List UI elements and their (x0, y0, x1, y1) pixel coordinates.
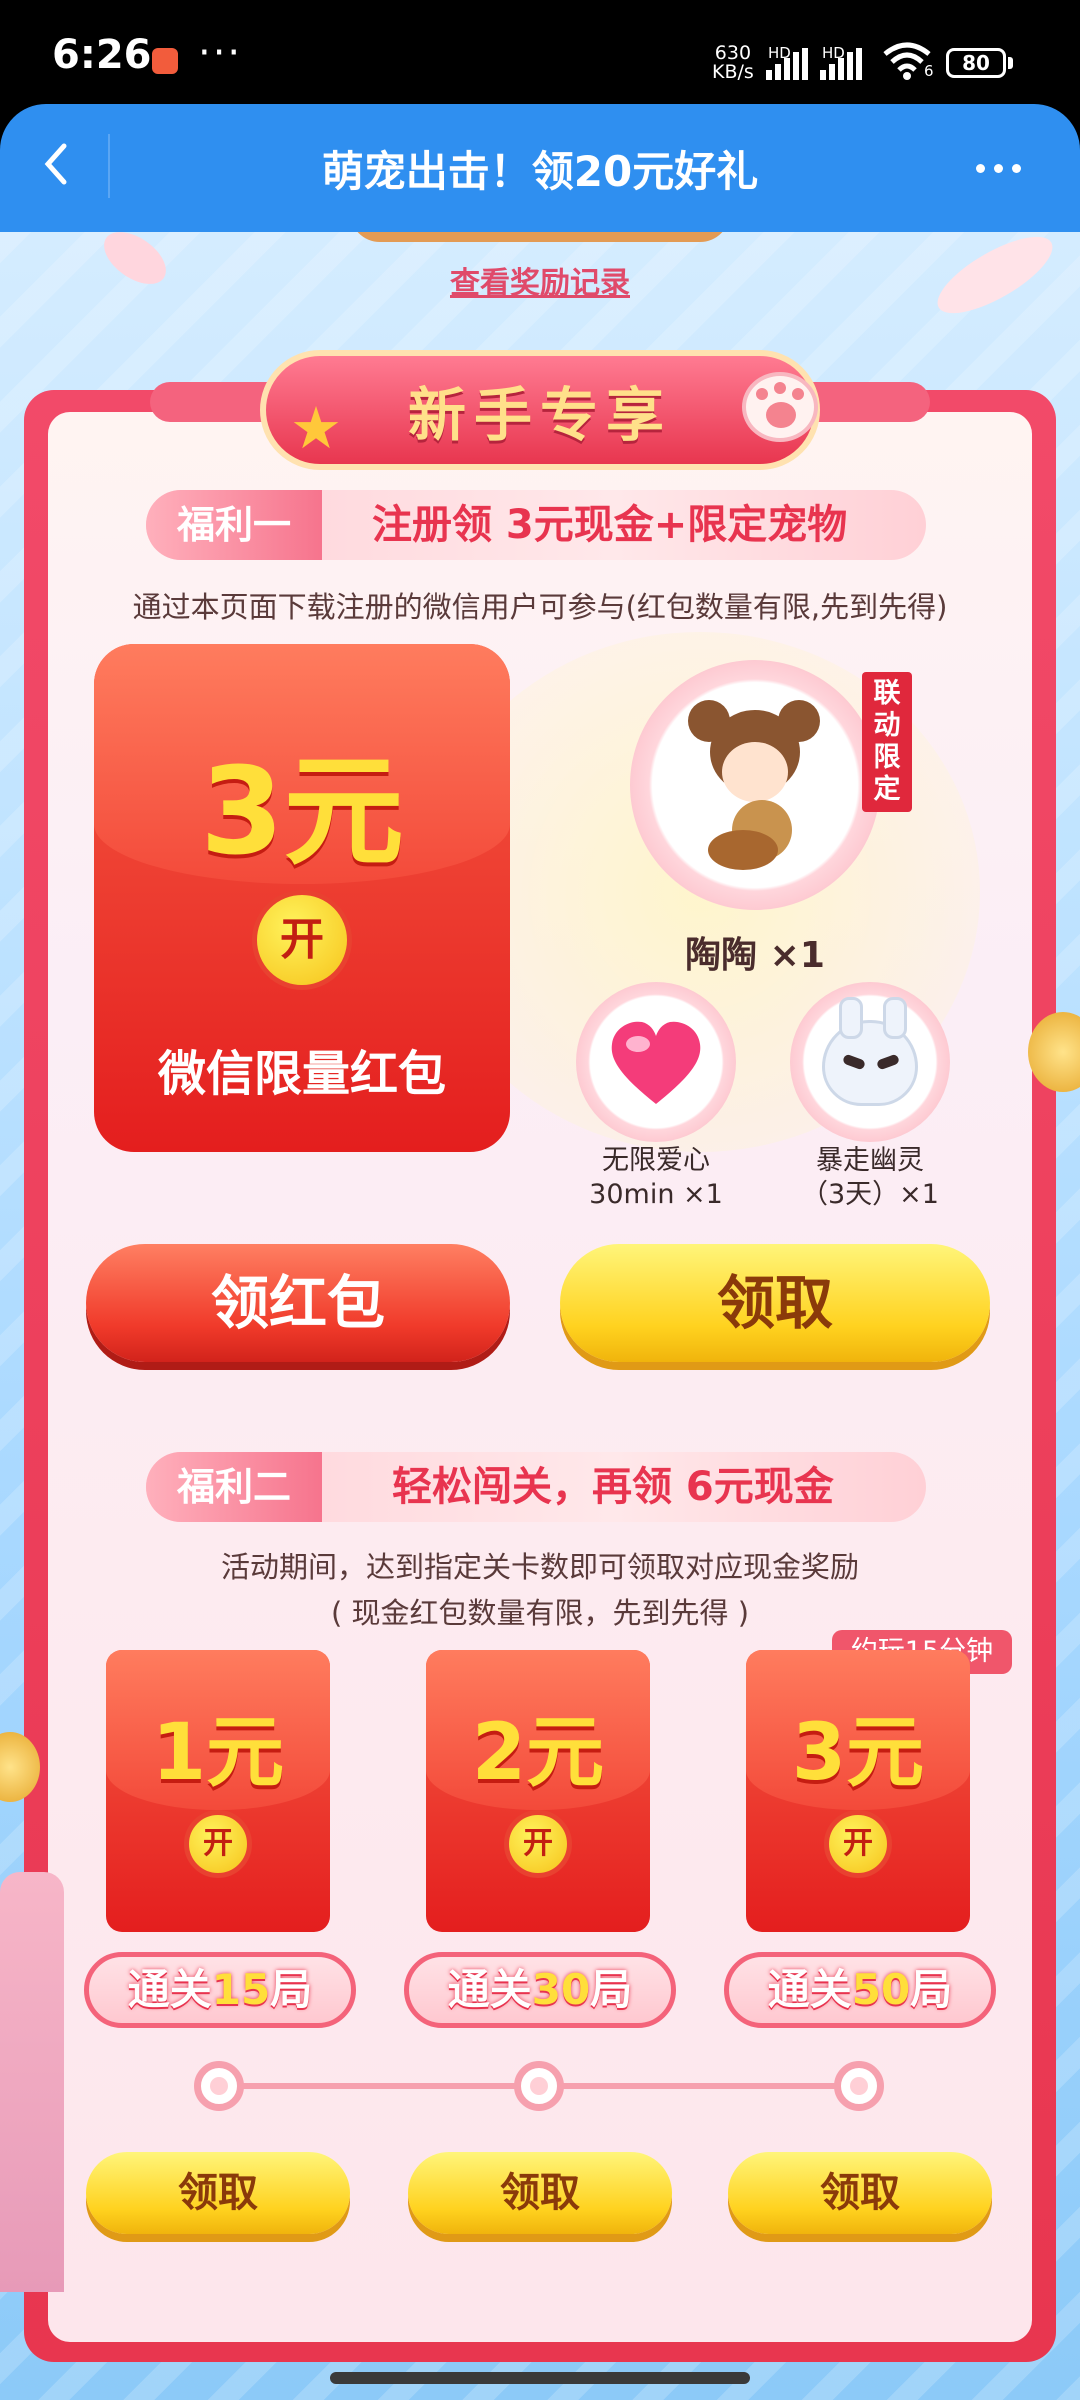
packet-amount: 3元 (200, 743, 404, 882)
paw-icon (742, 372, 818, 442)
pet-name: 陶陶 ×1 (685, 935, 825, 976)
packet-amount: 1元 (151, 1708, 285, 1798)
welfare1-note: 通过本页面下载注册的微信用户可参与(红包数量有限,先到先得) (132, 590, 948, 624)
welfare2-title: 轻松闯关，再领 6元现金 (392, 1464, 834, 1510)
wifi-sub: 6 (924, 62, 934, 80)
castle-decoration (0, 1872, 64, 2292)
battery-tip (1008, 57, 1013, 69)
more-menu-icon[interactable] (976, 164, 1026, 176)
item-ghost-label: 暴走幽灵 （3天）×1 (801, 1145, 939, 1210)
level-label-50: 通关50局 (724, 1952, 996, 2028)
progress-node-3 (834, 2061, 884, 2111)
ghost-icon (822, 997, 918, 1106)
packet-1yuan[interactable]: 1元 开 (106, 1650, 330, 1932)
item-heart-frame (576, 982, 736, 1142)
star-icon: ★ (290, 394, 342, 462)
nav-header: 萌宠出击！领20元好礼 (0, 104, 1080, 232)
item-heart-label: 无限爱心 30min ×1 (589, 1145, 723, 1210)
page-title: 萌宠出击！领20元好礼 (321, 147, 759, 196)
level-label-30: 通关30局 (404, 1952, 676, 2028)
open-coin[interactable]: 开 (504, 1810, 572, 1878)
welfare2-tag: 福利二 (146, 1452, 322, 1522)
packet-amount: 3元 (791, 1708, 925, 1798)
banner-title: 新手专享 (407, 381, 672, 449)
app-notification-icon (152, 48, 178, 74)
packet-amount: 2元 (471, 1708, 605, 1798)
wechat-red-packet[interactable]: 3元 开 微信限量红包 (94, 644, 510, 1152)
limited-ribbon: 联动限定 (862, 672, 912, 812)
top-band (350, 232, 730, 242)
claim-button-2[interactable]: 领取 (408, 2152, 672, 2234)
pet-avatar (682, 690, 828, 880)
status-time: 6:26 (52, 32, 152, 78)
home-indicator[interactable] (330, 2372, 750, 2384)
pet-avatar-frame (630, 660, 880, 910)
more-notifications-icon: ··· (198, 30, 243, 76)
open-coin[interactable]: 开 (252, 890, 352, 990)
level-label-15: 通关15局 (84, 1952, 356, 2028)
packet-3yuan[interactable]: 3元 开 (746, 1650, 970, 1932)
welfare1-title: 注册领 3元现金+限定宠物 (372, 502, 848, 548)
welfare2-note: 活动期间，达到指定关卡数即可领取对应现金奖励 (220, 1550, 859, 1584)
get-red-packet-button[interactable]: 领红包 (86, 1244, 510, 1362)
progress-node-2 (514, 2061, 564, 2111)
heart-icon (611, 1021, 701, 1104)
progress-node-1 (194, 2061, 244, 2111)
welfare2-note-2: ( 现金红包数量有限，先到先得 ) (330, 1596, 750, 1630)
packet-2yuan[interactable]: 2元 开 (426, 1650, 650, 1932)
packet-label: 微信限量红包 (157, 1046, 446, 1102)
signal-icon-2 (820, 48, 862, 80)
claim-pet-button[interactable]: 领取 (560, 1244, 990, 1362)
claim-button-1[interactable]: 领取 (86, 2152, 350, 2234)
open-coin[interactable]: 开 (184, 1810, 252, 1878)
item-ghost-frame (790, 982, 950, 1142)
network-speed: 630 KB/s (712, 42, 754, 83)
open-coin[interactable]: 开 (824, 1810, 892, 1878)
welfare1-tag: 福利一 (146, 490, 322, 560)
battery-icon: 80 (946, 48, 1006, 78)
page-content: 查看奖励记录 新手专享 ★ 福利一 注册领 3元现金+限定宠物 通过本页面下载注… (0, 232, 1080, 2400)
signal-icon (766, 48, 808, 80)
status-bar: 6:26 ··· 630 KB/s HD HD 6 80 (0, 0, 1080, 110)
claim-button-3[interactable]: 领取 (728, 2152, 992, 2234)
